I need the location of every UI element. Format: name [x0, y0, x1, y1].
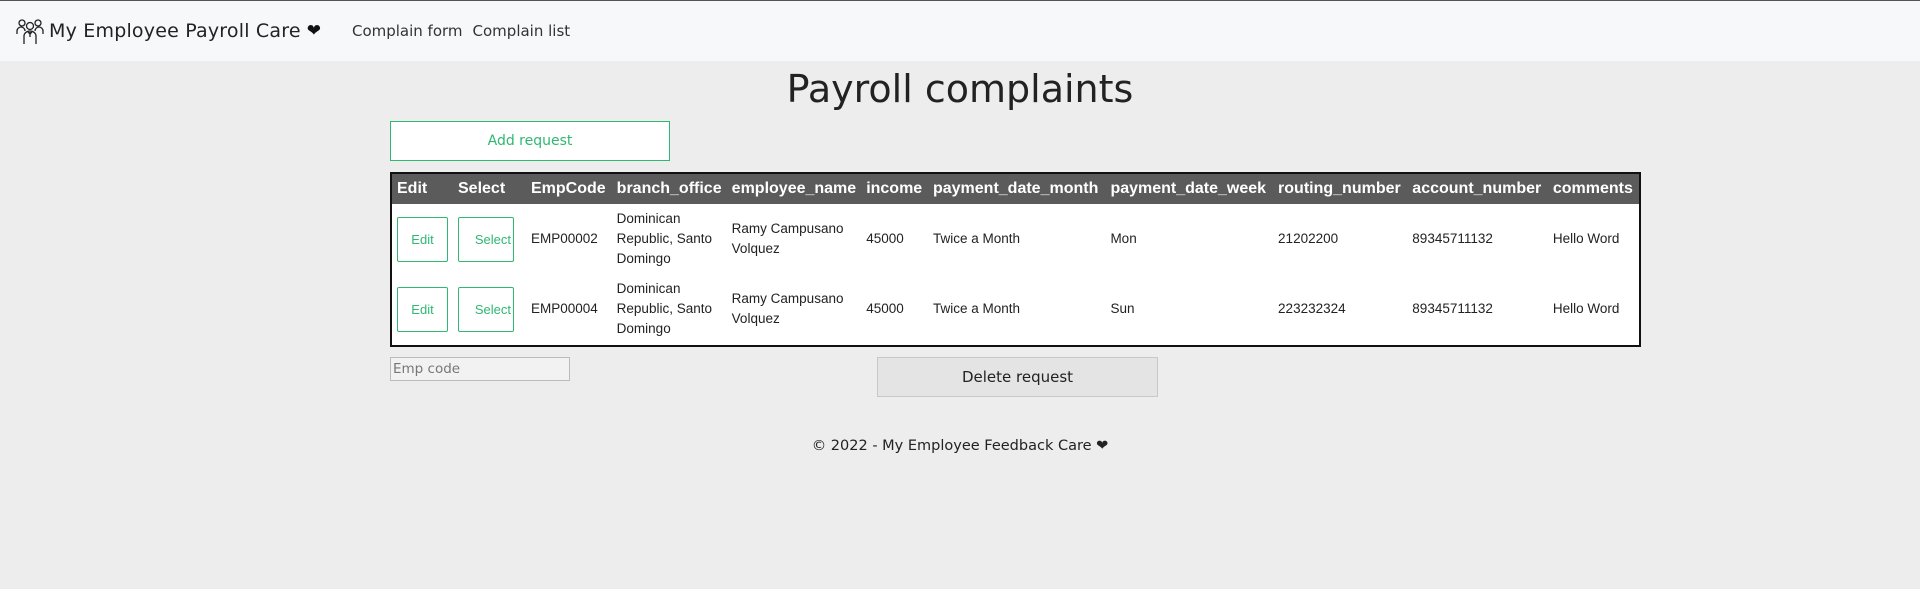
- emp-code-input[interactable]: [390, 357, 570, 381]
- col-header-empcode: EmpCode: [526, 174, 612, 204]
- income-cell: 45000: [866, 231, 904, 246]
- table-header-row: Edit Select EmpCode branch_office employ…: [392, 174, 1639, 204]
- select-cell: Select: [453, 274, 526, 344]
- income-cell: 45000: [866, 301, 904, 316]
- brand-link[interactable]: My Employee Payroll Care ❤: [16, 16, 321, 46]
- col-header-income: income: [861, 174, 928, 204]
- col-header-payment-date-month: payment_date_month: [927, 174, 1106, 204]
- nav-complain-form[interactable]: Complain form: [352, 22, 463, 40]
- branch-office-cell: Dominican Republic, Santo Domingo: [616, 211, 712, 266]
- col-header-employee-name: employee_name: [726, 174, 862, 204]
- empcode-cell: EMP00002: [531, 231, 598, 246]
- empcode-cell: EMP00004: [531, 301, 598, 316]
- nav-complain-list[interactable]: Complain list: [473, 22, 571, 40]
- add-request-button[interactable]: Add request: [390, 121, 670, 161]
- footer: © 2022 - My Employee Feedback Care ❤: [0, 438, 1920, 454]
- employee-name-cell: Ramy Campusano Volquez: [731, 221, 844, 256]
- branch-office-cell: Dominican Republic, Santo Domingo: [616, 281, 712, 336]
- complaints-table: Edit Select EmpCode branch_office employ…: [390, 172, 1641, 347]
- footer-text: © 2022 - My Employee Feedback Care: [811, 438, 1092, 454]
- routing-number-cell: 223232324: [1278, 301, 1346, 316]
- col-header-branch-office: branch_office: [611, 174, 727, 204]
- col-header-routing-number: routing_number: [1273, 174, 1408, 204]
- table-row: Edit Select EMP00004 Dominican Republic,…: [392, 274, 1639, 344]
- edit-button[interactable]: Edit: [397, 216, 448, 262]
- payment-date-month-cell: Twice a Month: [932, 231, 1021, 246]
- col-header-account-number: account_number: [1407, 174, 1548, 204]
- edit-button[interactable]: Edit: [397, 286, 448, 332]
- team-people-icon: [16, 17, 44, 45]
- account-number-cell: 89345711132: [1412, 301, 1493, 316]
- select-cell: Select: [453, 204, 526, 274]
- col-header-select: Select: [453, 174, 526, 204]
- page-title: Payroll complaints: [786, 67, 1134, 111]
- employee-name-cell: Ramy Campusano Volquez: [731, 291, 844, 326]
- col-header-comments: comments: [1547, 174, 1639, 204]
- select-button[interactable]: Select: [458, 216, 514, 262]
- brand-name: My Employee Payroll Care: [49, 20, 301, 42]
- payment-date-week-cell: Sun: [1110, 301, 1135, 316]
- heart-icon: ❤: [1096, 438, 1109, 454]
- account-number-cell: 89345711132: [1412, 231, 1493, 246]
- heart-icon: ❤: [306, 21, 321, 41]
- payment-date-month-cell: Twice a Month: [932, 301, 1021, 316]
- col-header-edit: Edit: [392, 174, 453, 204]
- comments-cell: Hello Word: [1552, 231, 1620, 246]
- edit-cell: Edit: [392, 204, 453, 274]
- delete-request-button[interactable]: Delete request: [877, 357, 1158, 397]
- edit-cell: Edit: [392, 274, 453, 344]
- comments-cell: Hello Word: [1552, 301, 1620, 316]
- select-button[interactable]: Select: [458, 286, 514, 332]
- routing-number-cell: 21202200: [1278, 231, 1339, 246]
- payment-date-week-cell: Mon: [1110, 231, 1137, 246]
- navbar: My Employee Payroll Care ❤ Complain form…: [0, 0, 1920, 61]
- table-row: Edit Select EMP00002 Dominican Republic,…: [392, 204, 1639, 274]
- col-header-payment-date-week: payment_date_week: [1105, 174, 1274, 204]
